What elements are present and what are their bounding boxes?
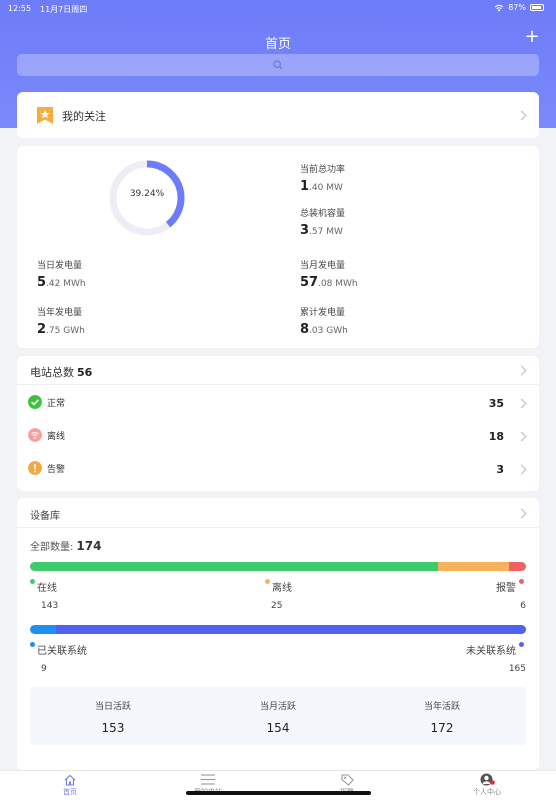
home-icon bbox=[64, 774, 76, 786]
status-bar: 12:55 11月7日周四 87% bbox=[0, 0, 556, 16]
yearly-generation: 当年发电量 2.75 GWh bbox=[37, 308, 85, 337]
tag-icon bbox=[340, 773, 354, 786]
device-library-header[interactable]: 设备库 bbox=[17, 498, 539, 528]
menu-list-icon bbox=[201, 774, 215, 785]
chevron-right-icon bbox=[516, 110, 527, 121]
offline-count: 25 bbox=[271, 601, 283, 611]
yearly-active: 当年活跃 172 bbox=[423, 702, 460, 735]
total-installed-capacity: 总装机容量 3.57 MW bbox=[300, 209, 346, 238]
chevron-right-icon bbox=[516, 365, 527, 376]
user-avatar-icon bbox=[480, 773, 495, 786]
linked-label: 已关联系统 bbox=[30, 642, 87, 657]
chevron-right-icon bbox=[516, 508, 527, 519]
station-total-count: 56 bbox=[77, 366, 93, 379]
monthly-active: 当月活跃 154 bbox=[259, 702, 296, 735]
alarm-label: 报警 bbox=[496, 579, 526, 594]
unlinked-segment bbox=[55, 625, 526, 634]
device-library-card: 设备库 全部数量: 174 在线 离线 报警 143 25 6 已关联系统 未关联… bbox=[17, 498, 539, 770]
device-total: 全部数量: 174 bbox=[30, 539, 102, 553]
tab-bar: 首页 我的电站 报警 个人中心 bbox=[0, 770, 556, 800]
tab-profile[interactable]: 个人中心 bbox=[457, 773, 517, 797]
daily-generation: 当日发电量 5.42 MWh bbox=[37, 261, 86, 290]
battery-icon bbox=[530, 4, 544, 11]
unlinked-count: 165 bbox=[508, 664, 526, 674]
add-button[interactable]: + bbox=[524, 28, 540, 46]
chevron-right-icon bbox=[516, 398, 527, 409]
cumulative-generation: 累计发电量 8.03 GWh bbox=[300, 308, 348, 337]
station-offline-row[interactable]: 离线 18 bbox=[17, 422, 539, 452]
online-segment bbox=[30, 562, 438, 571]
search-icon bbox=[273, 60, 283, 70]
unlinked-label: 未关联系统 bbox=[466, 642, 526, 657]
power-ratio-text: 39.24% bbox=[129, 189, 165, 199]
activity-panel: 当日活跃 153 当月活跃 154 当年活跃 172 bbox=[30, 687, 526, 745]
tab-home[interactable]: 首页 bbox=[40, 773, 100, 797]
check-circle-icon bbox=[28, 395, 42, 409]
device-relation-bar bbox=[30, 625, 526, 634]
home-indicator bbox=[186, 791, 371, 795]
station-alarm-row[interactable]: 告警 3 bbox=[17, 455, 539, 485]
status-time: 12:55 bbox=[8, 4, 32, 13]
my-favorites-label: 我的关注 bbox=[62, 110, 106, 123]
search-input[interactable] bbox=[17, 54, 539, 76]
online-count: 143 bbox=[41, 601, 59, 611]
alarm-segment bbox=[508, 562, 526, 571]
linked-count: 9 bbox=[41, 664, 47, 674]
chevron-right-icon bbox=[516, 464, 527, 475]
alarm-count: 6 bbox=[520, 601, 526, 611]
alert-icon bbox=[28, 461, 42, 475]
station-total-row[interactable]: 电站总数 56 bbox=[17, 356, 539, 385]
current-total-power: 当前总功率 1.40 MW bbox=[300, 165, 346, 194]
status-date: 11月7日周四 bbox=[40, 5, 88, 14]
device-status-bar bbox=[30, 562, 526, 571]
linked-segment bbox=[30, 625, 56, 634]
wifi-off-icon bbox=[28, 428, 42, 442]
star-bookmark-icon bbox=[37, 107, 53, 124]
offline-segment bbox=[437, 562, 509, 571]
daily-active: 当日活跃 153 bbox=[94, 702, 131, 735]
my-favorites-card[interactable]: 我的关注 bbox=[17, 92, 539, 138]
power-overview-card: 39.24% 当前总功率 1.40 MW 总装机容量 3.57 MW 当日发电量… bbox=[17, 146, 539, 348]
online-label: 在线 bbox=[30, 579, 57, 594]
monthly-generation: 当月发电量 57.08 MWh bbox=[300, 261, 358, 290]
offline-label: 离线 bbox=[265, 579, 292, 594]
station-summary-card: 电站总数 56 正常 35 离线 18 告警 3 bbox=[17, 356, 539, 491]
battery-percent: 87% bbox=[508, 3, 526, 12]
wifi-icon bbox=[494, 4, 504, 11]
chevron-right-icon bbox=[516, 431, 527, 442]
station-normal-row[interactable]: 正常 35 bbox=[17, 389, 539, 419]
page-title: 首页 bbox=[264, 37, 291, 52]
